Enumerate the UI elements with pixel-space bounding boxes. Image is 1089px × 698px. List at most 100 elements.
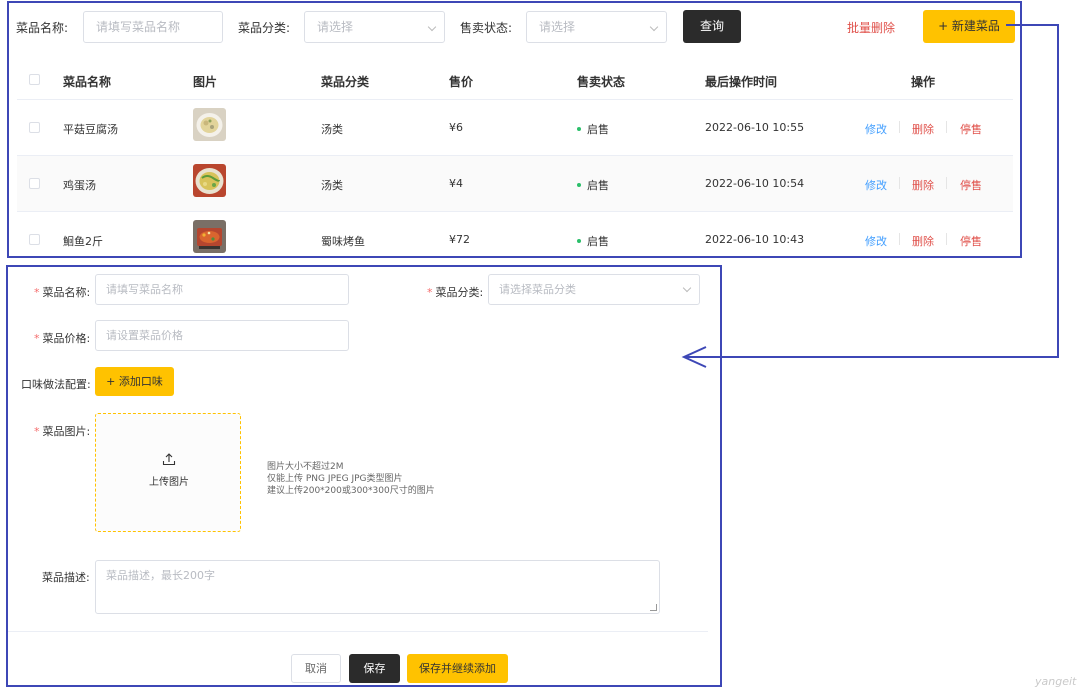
filter-category-select[interactable]: 请选择: [304, 11, 445, 43]
upload-label: 上传图片: [149, 477, 189, 488]
upload-tip-format: 仅能上传 PNG JPEG JPG类型图片: [267, 474, 403, 484]
form-category-label-text: 菜品分类:: [435, 286, 484, 299]
query-button[interactable]: 查询: [683, 10, 741, 43]
form-price-label-text: 菜品价格:: [42, 332, 91, 345]
filter-category-label: 菜品分类:: [238, 21, 291, 35]
header-status: 售卖状态: [577, 75, 626, 89]
new-dish-button[interactable]: + 新建菜品: [923, 10, 1015, 43]
upload-tip-size: 图片大小不超过2M: [267, 462, 344, 472]
action-divider: [899, 177, 900, 189]
dish-description-placeholder: 菜品描述，最长200字: [106, 569, 215, 582]
row-status-text: 启售: [587, 235, 609, 248]
form-divider: [8, 631, 708, 632]
row-name: 平菇豆腐汤: [63, 123, 118, 136]
row-name: 鮰鱼2斤: [63, 235, 103, 248]
form-category-label: * 菜品分类:: [427, 286, 484, 299]
header-name: 菜品名称: [63, 75, 112, 89]
dish-thumbnail-grilled-fish-icon: [193, 220, 226, 253]
edit-button[interactable]: 修改: [865, 121, 887, 137]
add-flavor-button[interactable]: + 添加口味: [95, 367, 174, 396]
form-image-label: * 菜品图片:: [34, 425, 91, 438]
table-header: 菜品名称 图片 菜品分类 售价 售卖状态 最后操作时间 操作: [17, 60, 1013, 100]
edit-button[interactable]: 修改: [865, 233, 887, 249]
action-divider: [899, 121, 900, 133]
form-flavor-label: 口味做法配置:: [21, 378, 91, 391]
chevron-down-icon: [682, 283, 692, 293]
upload-tip-dimension: 建议上传200*200或300*300尺寸的图片: [267, 486, 435, 496]
delete-button[interactable]: 删除: [912, 177, 934, 193]
filter-bar: 菜品名称: 请填写菜品名称 菜品分类: 请选择 售卖状态: 请选择 查询 批量删…: [9, 3, 1020, 49]
table-row: 平菇豆腐汤 汤类 ¥6 启售 2022-06-10 10:55 修改 删除 停售: [17, 100, 1013, 156]
select-all-checkbox[interactable]: [29, 74, 40, 85]
header-updated: 最后操作时间: [705, 75, 778, 89]
row-status-text: 启售: [587, 123, 609, 136]
form-desc-label: 菜品描述:: [42, 571, 90, 584]
dish-price-input[interactable]: 请设置菜品价格: [95, 320, 349, 351]
save-button[interactable]: 保存: [349, 654, 400, 683]
dish-name-input[interactable]: 请填写菜品名称: [95, 274, 349, 305]
dish-list-panel: 菜品名称: 请填写菜品名称 菜品分类: 请选择 售卖状态: 请选择 查询 批量删…: [7, 1, 1022, 258]
delete-button[interactable]: 删除: [912, 233, 934, 249]
header-category: 菜品分类: [321, 75, 370, 89]
header-image: 图片: [193, 75, 218, 89]
dish-thumbnail-soup-icon: [193, 108, 226, 141]
filter-name-placeholder: 请填写菜品名称: [96, 20, 181, 34]
row-checkbox[interactable]: [29, 178, 40, 189]
row-category: 汤类: [321, 179, 343, 192]
form-image-label-text: 菜品图片:: [42, 425, 91, 438]
stop-sale-button[interactable]: 停售: [960, 121, 982, 137]
add-dish-form: * 菜品名称: 请填写菜品名称 * 菜品分类: 请选择菜品分类 * 菜品价格: 请设置…: [6, 265, 722, 687]
filter-name-label: 菜品名称:: [16, 21, 69, 35]
chevron-down-icon: [649, 22, 659, 32]
header-price: 售价: [449, 75, 474, 89]
dish-name-placeholder: 请填写菜品名称: [106, 283, 183, 296]
filter-status-select[interactable]: 请选择: [526, 11, 667, 43]
delete-button[interactable]: 删除: [912, 121, 934, 137]
chevron-down-icon: [427, 22, 437, 32]
row-category: 蜀味烤鱼: [321, 235, 365, 248]
dish-category-placeholder: 请选择菜品分类: [499, 283, 576, 296]
dish-thumbnail-egg-soup-icon: [193, 164, 226, 197]
batch-delete-button[interactable]: 批量删除: [847, 19, 895, 36]
row-status: 启售: [577, 121, 609, 137]
row-status: 启售: [577, 177, 609, 193]
header-actions: 操作: [911, 75, 936, 89]
stop-sale-button[interactable]: 停售: [960, 233, 982, 249]
row-status: 启售: [577, 233, 609, 249]
filter-name-input[interactable]: 请填写菜品名称: [83, 11, 223, 43]
edit-button[interactable]: 修改: [865, 177, 887, 193]
dish-description-textarea[interactable]: 菜品描述，最长200字: [95, 560, 660, 614]
row-price: ¥72: [449, 233, 470, 246]
row-name: 鸡蛋汤: [63, 179, 96, 192]
table-row: 鸡蛋汤 汤类 ¥4 启售 2022-06-10 10:54 修改 删除 停售: [17, 156, 1013, 212]
filter-status-label: 售卖状态:: [460, 21, 513, 35]
row-price: ¥6: [449, 121, 463, 134]
row-checkbox[interactable]: [29, 234, 40, 245]
action-divider: [899, 233, 900, 245]
action-divider: [946, 233, 947, 245]
row-checkbox[interactable]: [29, 122, 40, 133]
status-dot-icon: [577, 239, 581, 243]
status-dot-icon: [577, 127, 581, 131]
row-updated: 2022-06-10 10:43: [705, 233, 805, 246]
form-name-label: * 菜品名称:: [34, 286, 91, 299]
form-price-label: * 菜品价格:: [34, 332, 91, 345]
row-updated: 2022-06-10 10:55: [705, 121, 805, 134]
status-dot-icon: [577, 183, 581, 187]
row-category: 汤类: [321, 123, 343, 136]
action-divider: [946, 121, 947, 133]
stop-sale-button[interactable]: 停售: [960, 177, 982, 193]
dish-category-select[interactable]: 请选择菜品分类: [488, 274, 700, 305]
row-updated: 2022-06-10 10:54: [705, 177, 805, 190]
filter-category-placeholder: 请选择: [317, 20, 354, 34]
resize-handle-icon[interactable]: [650, 604, 657, 611]
save-and-continue-button[interactable]: 保存并继续添加: [407, 654, 508, 683]
dish-price-placeholder: 请设置菜品价格: [106, 329, 183, 342]
filter-status-placeholder: 请选择: [539, 20, 576, 34]
row-price: ¥4: [449, 177, 463, 190]
form-name-label-text: 菜品名称:: [42, 286, 91, 299]
cancel-button[interactable]: 取消: [291, 654, 341, 683]
watermark: yangeit: [1035, 675, 1077, 688]
table-row: 鮰鱼2斤 蜀味烤鱼 ¥72 启售 2022-06-10 10:43 修改 删除: [17, 212, 1013, 256]
image-upload-area[interactable]: 上传图片: [95, 413, 241, 532]
